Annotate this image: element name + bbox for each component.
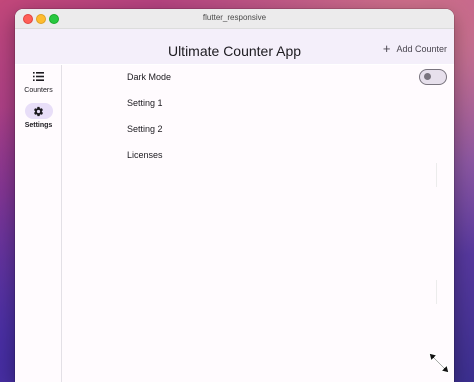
setting-dark-mode[interactable]: Dark Mode [127,67,447,87]
divider [436,163,437,187]
setting-label-licenses: Licenses [127,150,163,160]
divider [436,280,437,304]
setting-label-1: Setting 1 [127,98,163,108]
main-area: Counters Settings Dark Mode Setting 1 Se… [15,65,454,382]
setting-2[interactable]: Setting 2 [127,119,394,139]
setting-licenses[interactable]: Licenses [127,145,394,165]
app-window: flutter_responsive Ultimate Counter App … [15,9,454,382]
setting-label-dark-mode: Dark Mode [127,72,172,82]
plus-icon: + [382,41,391,56]
setting-1[interactable]: Setting 1 [127,93,394,113]
toggle-knob [424,73,431,80]
gear-icon [24,103,53,119]
rail-label-settings: Settings [24,122,53,129]
window-title: flutter_responsive [202,13,267,22]
rail-label-counters: Counters [24,87,53,94]
resize-cursor-icon [428,352,450,374]
add-counter-label: Add Counter [396,44,447,54]
add-counter-button[interactable]: + Add Counter [382,41,447,56]
app-bar: Ultimate Counter App + Add Counter [15,29,454,64]
dark-mode-toggle[interactable] [419,69,447,85]
settings-list: Dark Mode Setting 1 Setting 2 Licenses [63,65,454,382]
setting-label-2: Setting 2 [127,124,163,134]
list-icon [25,68,53,84]
window-titlebar[interactable]: flutter_responsive [15,9,454,29]
rail-item-settings[interactable]: Settings [15,103,62,129]
rail-item-counters[interactable]: Counters [15,68,62,94]
navigation-rail: Counters Settings [15,65,62,382]
